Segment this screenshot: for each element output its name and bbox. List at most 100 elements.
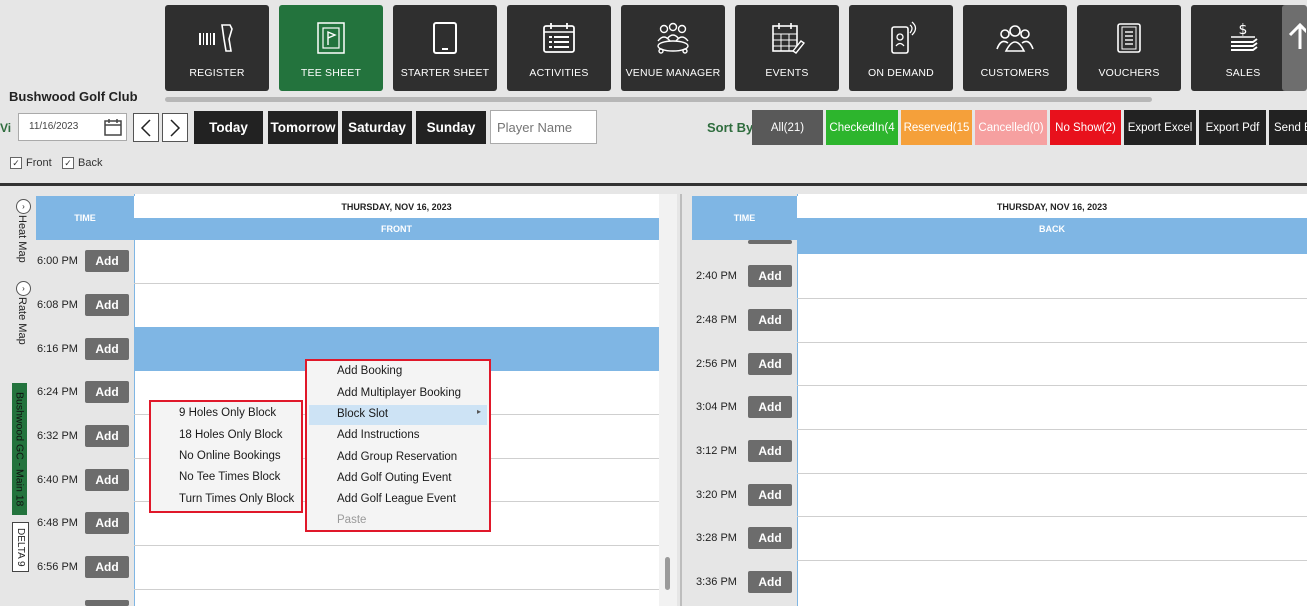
nav-tee-sheet-button[interactable]: TEE SHEET — [279, 5, 383, 91]
front-checkbox[interactable]: ✓ Front — [10, 157, 52, 169]
back-add-button[interactable]: Add — [748, 440, 792, 462]
nav-customers-label: CUSTOMERS — [980, 67, 1050, 79]
submenu-turn-times-only-block[interactable]: Turn Times Only Block — [179, 493, 294, 505]
submenu-18-holes-only-block[interactable]: 18 Holes Only Block — [179, 429, 283, 441]
nav-on-demand-button[interactable]: ON DEMAND — [849, 5, 953, 91]
front-add-button[interactable]: Add — [85, 512, 129, 534]
submenu-no-tee-times-block[interactable]: No Tee Times Block — [179, 471, 280, 483]
filter-cancelled-button[interactable]: Cancelled(0) — [975, 110, 1047, 145]
sunday-button[interactable]: Sunday — [416, 111, 486, 144]
filter-no-show-button[interactable]: No Show(2) — [1050, 110, 1121, 145]
calendar-icon[interactable] — [102, 116, 124, 138]
front-add-button-partial[interactable] — [85, 600, 129, 606]
menu-add-multiplayer-booking[interactable]: Add Multiplayer Booking — [337, 387, 461, 399]
back-checkbox[interactable]: ✓ Back — [62, 157, 102, 169]
rate-map-tab[interactable]: Rate Map — [16, 297, 28, 345]
export-pdf-button[interactable]: Export Pdf — [1199, 110, 1266, 145]
front-time-label: 6:56 PM — [37, 561, 78, 573]
nav-events-label: EVENTS — [765, 67, 809, 79]
back-add-button[interactable]: Add — [748, 484, 792, 506]
prev-day-button[interactable] — [133, 113, 159, 142]
nav-activities-label: ACTIVITIES — [529, 67, 589, 79]
filter-checked-in-button[interactable]: CheckedIn(4 — [826, 110, 898, 145]
nav-venue-manager-label: VENUE MANAGER — [625, 67, 721, 79]
saturday-button[interactable]: Saturday — [342, 111, 412, 144]
next-day-button[interactable] — [162, 113, 188, 142]
menu-block-slot[interactable]: Block Slot ▸ — [309, 405, 487, 425]
nav-events-button[interactable]: EVENTS — [735, 5, 839, 91]
document-icon — [1117, 23, 1141, 53]
front-add-button[interactable]: Add — [85, 294, 129, 316]
filter-reserved-button[interactable]: Reserved(15 — [901, 110, 972, 145]
grid-separator — [680, 194, 682, 606]
submenu-arrow-icon: ▸ — [476, 407, 481, 416]
front-row-divider — [134, 589, 659, 590]
nav-scrollbar[interactable] — [165, 97, 1152, 102]
back-selected-row[interactable] — [797, 240, 1307, 254]
meeting-table-icon — [657, 22, 689, 54]
back-add-button-partial[interactable] — [748, 240, 792, 244]
nav-venue-manager-button[interactable]: VENUE MANAGER — [621, 5, 725, 91]
menu-add-golf-outing-event[interactable]: Add Golf Outing Event — [337, 472, 451, 484]
front-add-button[interactable]: Add — [85, 338, 129, 360]
group-icon — [996, 25, 1034, 52]
back-add-button[interactable]: Add — [748, 527, 792, 549]
nav-register-button[interactable]: REGISTER — [165, 5, 269, 91]
back-add-button[interactable]: Add — [748, 571, 792, 593]
heat-map-tab[interactable]: Heat Map — [16, 215, 28, 263]
back-add-button[interactable]: Add — [748, 353, 792, 375]
filter-all-button[interactable]: All(21) — [752, 110, 823, 145]
nav-activities-button[interactable]: ACTIVITIES — [507, 5, 611, 91]
back-slots-area — [797, 194, 1307, 606]
front-time-label: 6:00 PM — [37, 255, 78, 267]
send-email-button[interactable]: Send E — [1269, 110, 1307, 145]
back-add-button[interactable]: Add — [748, 396, 792, 418]
submenu-9-holes-only-block[interactable]: 9 Holes Only Block — [179, 407, 276, 419]
nav-customers-button[interactable]: CUSTOMERS — [963, 5, 1067, 91]
club-name: Bushwood Golf Club — [9, 89, 138, 104]
back-row-divider — [797, 473, 1307, 474]
back-add-button[interactable]: Add — [748, 265, 792, 287]
front-time-label: 6:32 PM — [37, 430, 78, 442]
front-add-button[interactable]: Add — [85, 425, 129, 447]
heat-map-expand-icon[interactable]: › — [16, 199, 31, 214]
export-excel-button[interactable]: Export Excel — [1124, 110, 1196, 145]
front-add-button[interactable]: Add — [85, 556, 129, 578]
front-row-divider — [134, 545, 659, 546]
menu-add-booking[interactable]: Add Booking — [337, 365, 402, 377]
nav-more-button[interactable] — [1282, 5, 1307, 91]
back-add-button[interactable]: Add — [748, 309, 792, 331]
money-icon: $ — [1231, 22, 1258, 51]
menu-add-golf-league-event[interactable]: Add Golf League Event — [337, 493, 456, 505]
player-name-input[interactable] — [490, 110, 597, 144]
back-row-divider — [797, 342, 1307, 343]
nav-vouchers-button[interactable]: VOUCHERS — [1077, 5, 1181, 91]
back-time-label: 3:28 PM — [696, 532, 737, 544]
front-time-label: 6:24 PM — [37, 386, 78, 398]
nav-starter-sheet-button[interactable]: STARTER SHEET — [393, 5, 497, 91]
back-row-divider — [797, 429, 1307, 430]
tomorrow-button[interactable]: Tomorrow — [268, 111, 338, 144]
menu-add-instructions[interactable]: Add Instructions — [337, 429, 419, 441]
chevron-left-icon — [140, 118, 151, 137]
front-time-label: 6:08 PM — [37, 299, 78, 311]
back-checkbox-label: Back — [78, 157, 103, 169]
delta-tab[interactable]: DELTA 9 — [12, 522, 29, 572]
flag-board-icon — [317, 22, 345, 54]
course-tab[interactable]: Bushwood GC - Main 18 — [12, 383, 27, 515]
nav-tee-sheet-label: TEE SHEET — [300, 67, 362, 79]
submenu-no-online-bookings[interactable]: No Online Bookings — [179, 450, 281, 462]
back-time-label: 3:04 PM — [696, 401, 737, 413]
front-add-button[interactable]: Add — [85, 250, 129, 272]
front-time-label: 6:16 PM — [37, 343, 78, 355]
nav-sales-button[interactable]: $ SALES — [1191, 5, 1295, 91]
front-add-button[interactable]: Add — [85, 469, 129, 491]
front-scrollbar[interactable] — [659, 194, 677, 606]
menu-add-group-reservation[interactable]: Add Group Reservation — [337, 451, 457, 463]
calendar-list-icon — [543, 23, 575, 53]
back-time-label: 3:12 PM — [696, 445, 737, 457]
front-scroll-thumb[interactable] — [665, 557, 670, 590]
today-button[interactable]: Today — [194, 111, 263, 144]
rate-map-expand-icon[interactable]: › — [16, 281, 31, 296]
front-add-button[interactable]: Add — [85, 381, 129, 403]
